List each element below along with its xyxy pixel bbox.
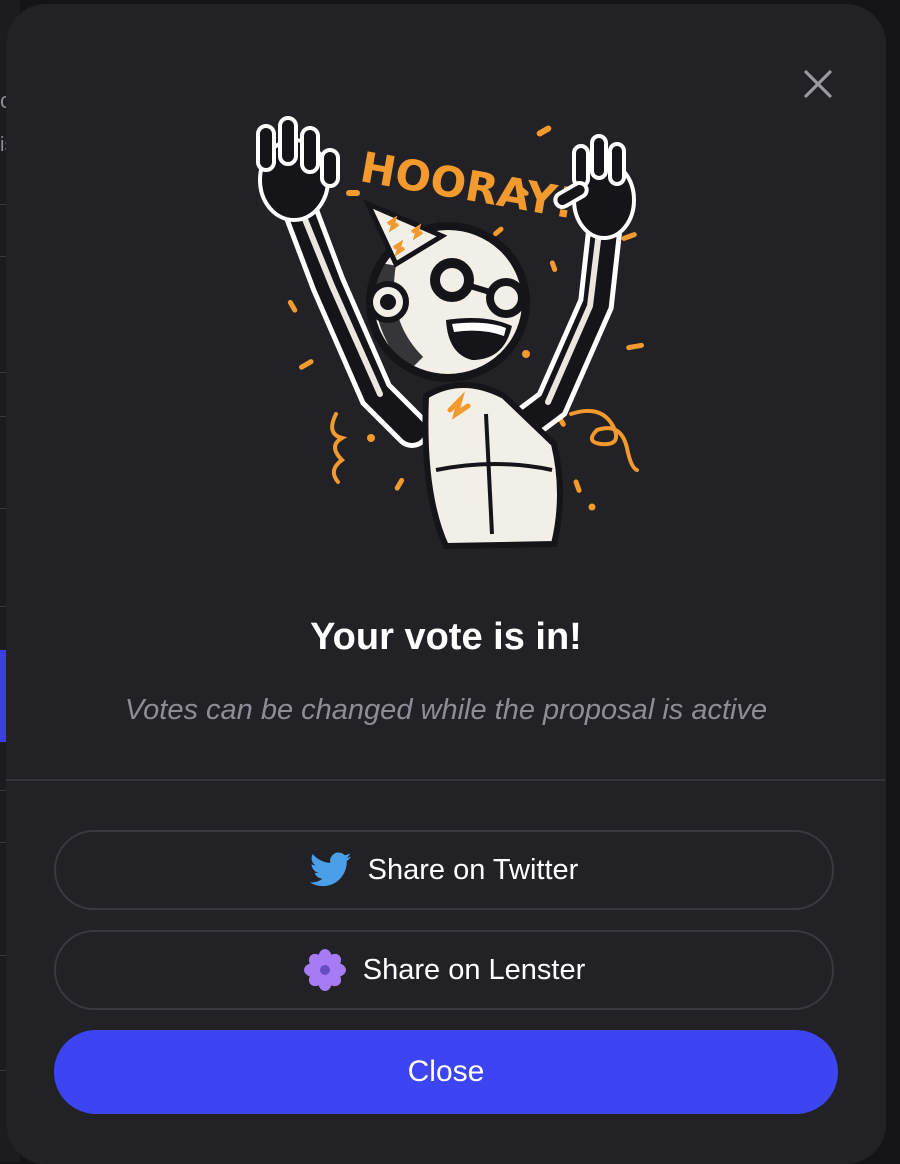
vote-success-modal: HOORAY!! Your vote is in! Votes can be c… xyxy=(6,4,886,1164)
close-button[interactable]: Close xyxy=(54,1030,838,1114)
modal-title: Your vote is in! xyxy=(310,616,582,658)
share-lenster-button[interactable]: Share on Lenster xyxy=(54,930,834,1010)
hooray-robot-illustration: HOORAY!! xyxy=(236,114,666,564)
twitter-icon xyxy=(309,852,352,888)
share-twitter-label: Share on Twitter xyxy=(367,853,579,886)
share-lenster-label: Share on Lenster xyxy=(362,953,586,986)
modal-subtitle: Votes can be changed while the proposal … xyxy=(124,694,768,726)
modal-divider xyxy=(6,779,886,781)
close-icon[interactable] xyxy=(798,64,838,104)
share-twitter-button[interactable]: Share on Twitter xyxy=(54,830,834,910)
lenster-icon xyxy=(303,948,347,992)
